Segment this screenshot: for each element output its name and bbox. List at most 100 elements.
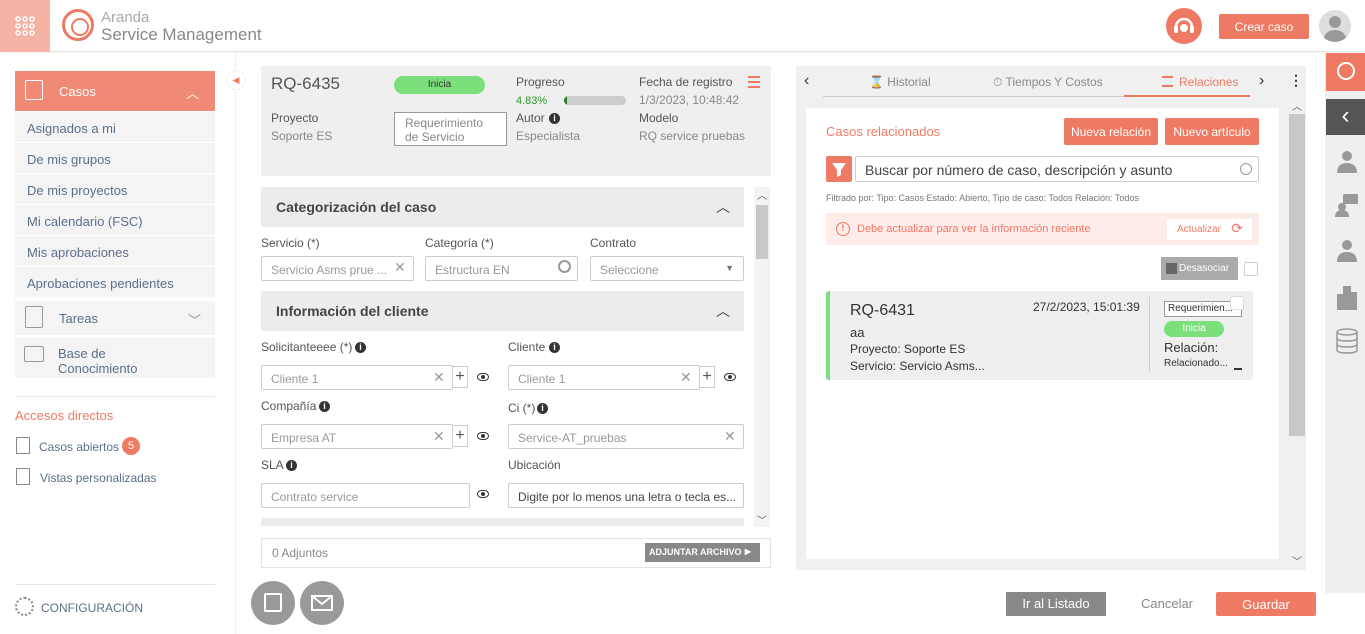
user-icon[interactable]	[1337, 149, 1357, 173]
progress-label: Progreso	[516, 75, 565, 89]
update-button[interactable]: Actualizar ⟳	[1167, 219, 1252, 240]
client-info-header[interactable]: Información del cliente ︿	[261, 291, 744, 331]
collapse-panel-button[interactable]: ‹	[1326, 99, 1365, 135]
more-options-icon[interactable]: ⋮	[1289, 72, 1303, 89]
relation-value[interactable]: Relacionado...	[1164, 358, 1228, 369]
add-client-button[interactable]: +	[699, 366, 715, 388]
select-all-checkbox[interactable]	[1244, 262, 1258, 276]
sidebar-item-pending-approvals[interactable]: Aprobaciones pendientes	[15, 267, 215, 298]
location-field[interactable]: Digite por lo menos una letra o tecla es…	[508, 483, 744, 508]
search-icon[interactable]	[558, 260, 571, 273]
form-scrollbar[interactable]: ︿ ﹀	[754, 187, 770, 527]
author-info-icon[interactable]: i	[549, 113, 560, 124]
clear-requester-icon[interactable]: ✕	[433, 369, 445, 386]
search-icon[interactable]	[1240, 163, 1252, 175]
user-alt-icon[interactable]	[1337, 238, 1357, 262]
attach-file-button[interactable]: ADJUNTAR ARCHIVO ▶	[645, 543, 760, 562]
attach-file-label: ADJUNTAR ARCHIVO	[649, 547, 742, 557]
company-info-icon[interactable]: i	[319, 401, 330, 412]
list-view-icon[interactable]	[748, 76, 760, 88]
go-to-list-button[interactable]: Ir al Listado	[1006, 592, 1106, 616]
contract-select[interactable]: Seleccione ▼	[590, 256, 744, 281]
ci-info-icon[interactable]: i	[537, 403, 548, 414]
create-case-button[interactable]: Crear caso	[1219, 14, 1309, 39]
tab-times-costs[interactable]: ⏱ Tiempos Y Costos	[993, 75, 1103, 90]
database-icon[interactable]	[1336, 328, 1358, 354]
config-link[interactable]: CONFIGURACIÓN	[41, 601, 143, 615]
chevron-down-icon: ﹀	[187, 313, 201, 328]
relations-search-input[interactable]: Buscar por número de caso, descripción y…	[855, 156, 1259, 182]
note-button[interactable]	[251, 581, 295, 625]
sidebar-item-calendar[interactable]: Mi calendario (FSC)	[15, 205, 215, 236]
requester-field[interactable]: Cliente 1	[261, 365, 453, 390]
user-chat-icon[interactable]	[1335, 193, 1359, 217]
ci-field[interactable]: Service-AT_pruebas	[508, 424, 744, 449]
scroll-up-icon[interactable]: ︿	[754, 187, 770, 202]
form-scroll-thumb[interactable]	[756, 205, 768, 259]
tab-prev-icon[interactable]: ‹	[804, 72, 809, 90]
category-field[interactable]: Estructura EN	[425, 256, 578, 281]
timer-button[interactable]	[1326, 53, 1365, 91]
scroll-down-icon[interactable]: ﹀	[754, 512, 770, 527]
card-checkbox[interactable]	[1230, 296, 1244, 310]
view-sla-eye-icon[interactable]	[477, 490, 489, 498]
client-info-icon[interactable]: i	[549, 342, 560, 353]
sidebar-item-assigned[interactable]: Asignados a mi	[15, 112, 215, 143]
company-label: Compañía	[261, 399, 317, 413]
unlink-button[interactable]: Desasociar	[1161, 257, 1238, 280]
open-cases-link[interactable]: Casos abiertos	[39, 440, 119, 454]
requester-info-icon[interactable]: i	[355, 342, 366, 353]
clear-service-icon[interactable]: ✕	[394, 259, 406, 276]
next-section-header	[261, 518, 744, 526]
progress-value: 4.83%	[516, 95, 548, 107]
sidebar-item-knowledge-base[interactable]: Base de Conocimiento	[15, 338, 215, 378]
building-icon[interactable]	[1336, 284, 1358, 310]
filter-button[interactable]	[826, 156, 852, 182]
gear-icon[interactable]	[15, 597, 34, 616]
new-article-button[interactable]: Nuevo artículo	[1165, 118, 1259, 145]
sidebar-item-my-projects[interactable]: De mis proyectos	[15, 174, 215, 205]
company-field[interactable]: Empresa AT	[261, 424, 453, 449]
save-button[interactable]: Guardar	[1216, 592, 1316, 616]
clear-client-icon[interactable]: ✕	[680, 369, 692, 386]
clear-ci-icon[interactable]: ✕	[724, 428, 736, 445]
client-field[interactable]: Cliente 1	[508, 365, 700, 390]
tab-relations[interactable]: Relaciones	[1124, 75, 1250, 97]
sidebar-collapse-button[interactable]: ◀	[226, 70, 246, 90]
relations-scroll-thumb[interactable]	[1289, 114, 1305, 436]
tab-history[interactable]: ⌛ Historial	[869, 75, 931, 89]
sidebar-item-casos[interactable]: Casos ︿	[15, 71, 215, 111]
scroll-up-icon[interactable]: ︿	[1289, 98, 1305, 113]
related-case-id[interactable]: RQ-6431	[850, 302, 915, 320]
clear-company-icon[interactable]: ✕	[433, 428, 445, 445]
warning-icon: !	[836, 222, 850, 236]
sla-info-icon[interactable]: i	[286, 460, 297, 471]
custom-views-link[interactable]: Vistas personalizadas	[40, 471, 157, 485]
filter-icon	[832, 163, 846, 177]
view-company-eye-icon[interactable]	[477, 432, 489, 440]
apps-menu-icon[interactable]	[0, 0, 50, 52]
view-client-eye-icon[interactable]	[724, 373, 736, 381]
add-company-button[interactable]: +	[452, 425, 468, 447]
sidebar-item-my-groups[interactable]: De mis grupos	[15, 143, 215, 174]
relations-icon	[1162, 76, 1173, 87]
add-requester-button[interactable]: +	[452, 366, 468, 388]
contract-value: Seleccione	[600, 263, 659, 277]
support-agent-icon[interactable]	[1166, 8, 1202, 44]
new-relation-button[interactable]: Nueva relación	[1064, 118, 1158, 145]
sidebar-item-approvals[interactable]: Mis aprobaciones	[15, 236, 215, 267]
registration-label: Fecha de registro	[639, 75, 733, 89]
service-field[interactable]: Servicio Asms prue ...	[261, 256, 414, 281]
sidebar-item-tareas[interactable]: Tareas ﹀	[15, 301, 215, 335]
email-button[interactable]	[300, 581, 344, 625]
client-label: Cliente	[508, 340, 546, 354]
stopwatch-icon	[1337, 62, 1355, 80]
cancel-button[interactable]: Cancelar	[1117, 592, 1217, 616]
relations-scrollbar[interactable]: ︿ ﹀	[1289, 98, 1305, 568]
view-requester-eye-icon[interactable]	[477, 373, 489, 381]
sla-field[interactable]: Contrato service	[261, 483, 470, 508]
user-avatar[interactable]	[1319, 10, 1351, 42]
categorization-header[interactable]: Categorización del caso ︿	[261, 187, 744, 227]
scroll-down-icon[interactable]: ﹀	[1289, 553, 1305, 568]
tab-next-icon[interactable]: ›	[1259, 72, 1264, 90]
